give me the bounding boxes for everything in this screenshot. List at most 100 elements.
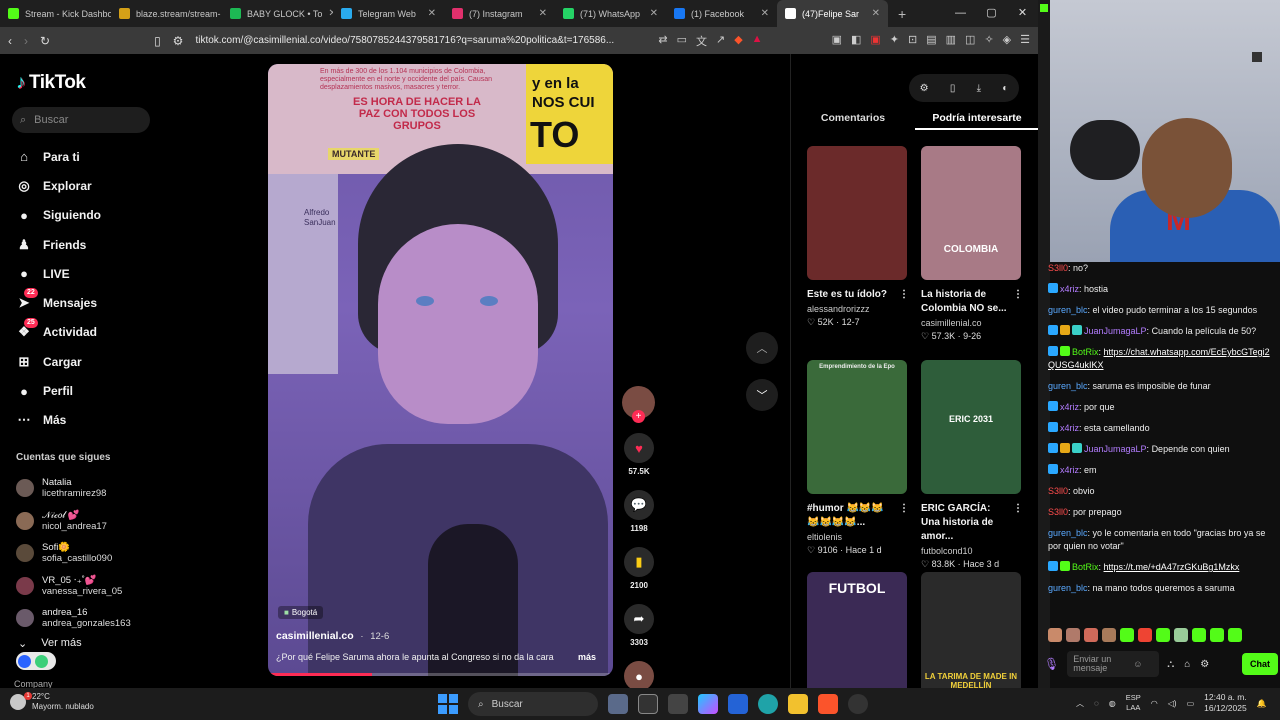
notification-icon[interactable]: 🔔 [1257,699,1267,708]
translate-icon[interactable]: ⇄ [658,33,667,49]
video-thumbnail[interactable]: ERIC 2031 [921,360,1021,494]
brave-icon[interactable] [818,694,838,714]
recommended-card[interactable]: ERIC 2031 ERIC GARCÍA: Una historia de am… [921,360,1023,570]
brave-rewards-icon[interactable]: ▲ [752,33,763,49]
right-tab[interactable]: Podría interesarte [915,106,1039,130]
sidebar-toggle-icon[interactable]: ▤ [926,33,936,49]
see-more-link[interactable]: ⌄ Ver más [18,637,82,650]
video-thumbnail[interactable]: COLOMBIA [921,146,1021,280]
wifi-icon[interactable]: ◠ [1151,699,1158,708]
bookmark-icon[interactable]: ▯ [154,34,161,48]
card-menu-icon[interactable]: ⋮ [899,502,909,530]
widgets-icon[interactable] [608,694,628,714]
store-app-icon[interactable] [728,694,748,714]
video-thumbnail[interactable]: LA TARIMA DE MADE IN MEDELLÍN [921,572,1021,706]
next-video-button[interactable]: ﹀ [746,379,778,411]
cast-icon[interactable]: ▭ [677,33,687,49]
browser-tab[interactable]: blaze.stream/stream-✕ [111,0,222,27]
battery-icon[interactable]: ▭ [1187,699,1195,708]
tiktok-logo[interactable]: ♪ TikTok [16,72,86,94]
chat-username[interactable]: guren_blc [1048,583,1088,593]
video-thumbnail[interactable]: FUTBOL [807,572,907,706]
card-menu-icon[interactable]: ⋮ [899,288,909,302]
browser-tab[interactable]: (7) Instagram ✕ [444,0,555,27]
phone-icon[interactable]: ▯ [950,83,956,94]
chat-username[interactable]: x4riz [1060,423,1079,433]
site-info-icon[interactable]: ⚙ [173,34,184,48]
taskbar-search[interactable]: ⌕ Buscar [468,692,598,716]
emote-icon[interactable] [1048,628,1062,642]
language-indicator[interactable]: ESP LAA [1126,693,1141,713]
video-player[interactable]: En más de 300 de los 1.104 municipios de… [268,64,613,676]
browser-tab[interactable]: (71) WhatsApp ✕ [555,0,666,27]
extension-icon-2[interactable]: ◧ [851,33,861,49]
video-thumbnail[interactable]: Emprendimiento de la Epo [807,360,907,494]
obs-icon[interactable] [848,694,868,714]
browser-tab[interactable]: Stream - Kick Dashbo✕ [0,0,111,27]
video-thumbnail[interactable] [807,146,907,280]
weather-widget[interactable]: 1 22°C Mayorm. nublado [10,692,94,712]
chat-username[interactable]: guren_blc [1048,381,1088,391]
chat-username[interactable]: x4riz [1060,465,1079,475]
close-window-icon[interactable]: ✕ [1007,0,1038,27]
follow-plus-icon[interactable]: + [632,410,645,423]
users-icon[interactable]: ⛬ [1167,659,1174,670]
video-author[interactable]: casimillenial.co [276,630,354,642]
emote-icon[interactable] [1210,628,1224,642]
card-menu-icon[interactable]: ⋮ [1013,288,1023,316]
video-progress-bar[interactable] [268,673,613,676]
browser-tab[interactable]: (1) Facebook ✕ [666,0,777,27]
url-field[interactable]: tiktok.com/@casimillenial.co/video/75807… [195,35,615,46]
nav-item[interactable]: ➤ Mensajes 22 [16,288,101,317]
following-item[interactable]: VR_05 ‧₊˚💕 vanessa_rivera_05 [16,570,131,603]
store-icon[interactable]: ⌂ [1184,659,1190,670]
tray-app-icon-2[interactable]: ◍ [1109,699,1116,708]
chat-username[interactable]: x4riz [1060,284,1079,294]
task-view-icon[interactable] [638,694,658,714]
comment-icon[interactable]: 💬 [624,490,654,520]
recommended-card[interactable]: LA TARIMA DE MADE IN MEDELLÍN [921,572,1023,706]
nav-item[interactable]: ● LIVE [16,259,101,288]
emote-icon[interactable] [1066,628,1080,642]
nav-item[interactable]: ⋯ Más [16,406,101,435]
wallet-icon[interactable]: ◫ [965,33,975,49]
close-tab-icon[interactable]: ✕ [428,8,436,19]
nav-item[interactable]: ❖ Actividad 25 [16,317,101,347]
browser-tab[interactable]: (47)Felipe Sar ✕ [777,0,888,27]
browser-tab[interactable]: Telegram Web ✕ [333,0,444,27]
chat-username[interactable]: JuanJumagaLP [1084,326,1147,336]
chat-settings-icon[interactable]: ⚙ [1200,659,1209,670]
card-username[interactable]: eltiolenis [807,532,909,542]
close-tab-icon[interactable]: ✕ [872,8,880,19]
chat-username[interactable]: x4riz [1060,402,1079,412]
emote-icon[interactable] [1102,628,1116,642]
volume-icon[interactable]: ◁) [1168,699,1177,708]
theme-toggle[interactable] [16,652,56,670]
back-icon[interactable]: ‹ [8,34,12,48]
previous-video-button[interactable]: ︿ [746,332,778,364]
chat-username[interactable]: JuanJumagaLP [1084,444,1147,454]
chat-username[interactable]: guren_blc [1048,528,1088,538]
profile-avatar-icon[interactable]: ◐ [1002,83,1008,94]
edge-icon[interactable] [758,694,778,714]
close-tab-icon[interactable]: ✕ [761,8,769,19]
emote-icon[interactable] [1174,628,1188,642]
emote-icon[interactable] [1138,628,1152,642]
following-item[interactable]: andrea_16 andrea_gonzales163 [16,602,131,635]
creator-avatar[interactable]: + [622,386,655,423]
emote-icon[interactable] [1156,628,1170,642]
heart-icon[interactable]: ♥ [624,433,654,463]
emote-icon[interactable] [1120,628,1134,642]
following-item[interactable]: Natalia licethramirez98 [16,472,131,505]
chat-input[interactable]: Enviar un mensaje ☺ [1067,651,1160,677]
chat-link[interactable]: https://t.me/+dA47rzGKuBg1Mzkx [1104,562,1240,572]
file-explorer-icon[interactable] [788,694,808,714]
emote-icon[interactable] [1192,628,1206,642]
vpn-icon[interactable]: ◈ [1003,33,1011,49]
close-tab-icon[interactable]: ✕ [539,8,547,19]
tray-app-icon-1[interactable]: ◌ [1094,699,1099,708]
emote-icon[interactable] [1228,628,1242,642]
nav-item[interactable]: ⌂ Para ti [16,142,101,171]
card-username[interactable]: alessandrorizzz [807,304,909,314]
reading-list-icon[interactable]: ▥ [946,33,956,49]
